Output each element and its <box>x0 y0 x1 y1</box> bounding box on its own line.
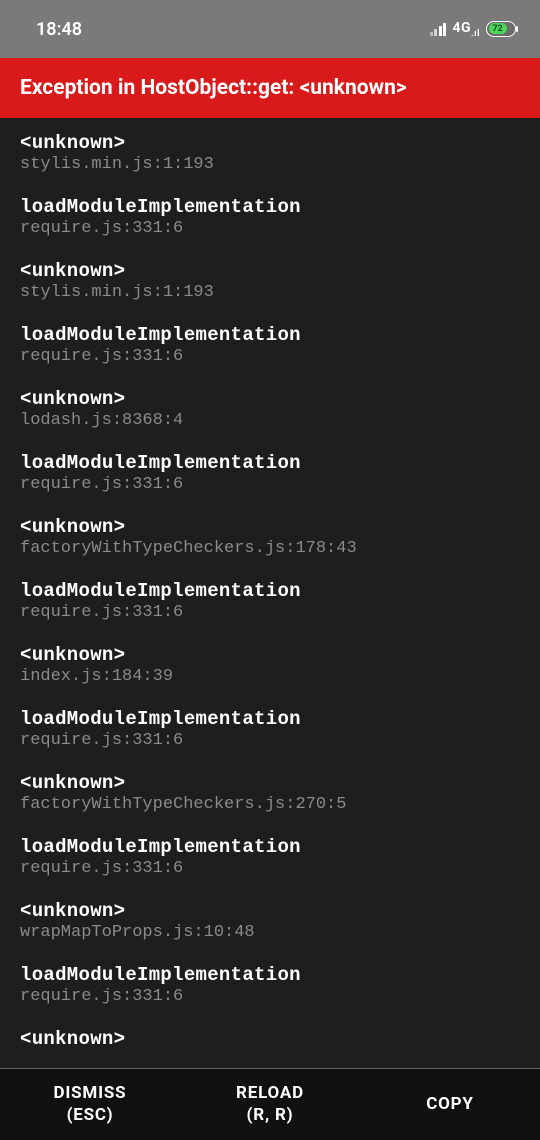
stack-frame-function: loadModuleImplementation <box>20 836 520 858</box>
stack-frame[interactable]: loadModuleImplementationrequire.js:331:6 <box>20 452 520 494</box>
stack-frame-location: require.js:331:6 <box>20 603 520 622</box>
reload-shortcut: (R, R) <box>247 1105 294 1126</box>
stack-frame-function: <unknown> <box>20 772 520 794</box>
stack-frame[interactable]: <unknown>stylis.min.js:1:193 <box>20 260 520 302</box>
signal-icon <box>430 22 447 36</box>
stack-frame-function: loadModuleImplementation <box>20 324 520 346</box>
stack-frame-location: require.js:331:6 <box>20 475 520 494</box>
stack-frame-location: require.js:331:6 <box>20 859 520 878</box>
stack-frame-function: <unknown> <box>20 644 520 666</box>
copy-button[interactable]: COPY <box>360 1069 540 1140</box>
stack-frame-location: index.js:184:39 <box>20 667 520 686</box>
stack-frame-function: <unknown> <box>20 260 520 282</box>
stack-frame-location: require.js:331:6 <box>20 987 520 1006</box>
footer-bar: DISMISS (ESC) RELOAD (R, R) COPY <box>0 1068 540 1140</box>
stack-frame-function: loadModuleImplementation <box>20 452 520 474</box>
stack-frame[interactable]: <unknown>factoryWithTypeCheckers.js:178:… <box>20 516 520 558</box>
stack-frame-function: <unknown> <box>20 900 520 922</box>
stack-frame[interactable]: loadModuleImplementationrequire.js:331:6 <box>20 836 520 878</box>
stack-frame[interactable]: <unknown>factoryWithTypeCheckers.js:270:… <box>20 772 520 814</box>
stack-frame-location: wrapMapToProps.js:10:48 <box>20 923 520 942</box>
reload-label: RELOAD <box>236 1083 304 1104</box>
battery-pct: 72 <box>492 24 502 34</box>
stack-frame-function: <unknown> <box>20 1028 520 1050</box>
stack-frame-location: factoryWithTypeCheckers.js:270:5 <box>20 795 520 814</box>
stack-trace[interactable]: <unknown>stylis.min.js:1:193loadModuleIm… <box>0 118 540 1118</box>
stack-frame-function: loadModuleImplementation <box>20 708 520 730</box>
dismiss-button[interactable]: DISMISS (ESC) <box>0 1069 180 1140</box>
stack-frame-location: require.js:331:6 <box>20 219 520 238</box>
stack-frame[interactable]: loadModuleImplementationrequire.js:331:6 <box>20 708 520 750</box>
network-type: 4G <box>452 20 471 36</box>
stack-frame-function: <unknown> <box>20 516 520 538</box>
reload-button[interactable]: RELOAD (R, R) <box>180 1069 360 1140</box>
stack-frame-location: require.js:331:6 <box>20 731 520 750</box>
error-title: Exception in HostObject::get: <unknown> <box>0 58 540 118</box>
network-label: 4G.ıl <box>452 20 480 39</box>
stack-frame-location: stylis.min.js:1:193 <box>20 155 520 174</box>
stack-frame-location: factoryWithTypeCheckers.js:178:43 <box>20 539 520 558</box>
status-bar: 18:48 4G.ıl 72 <box>0 0 540 58</box>
stack-frame[interactable]: loadModuleImplementationrequire.js:331:6 <box>20 964 520 1006</box>
stack-frame-function: loadModuleImplementation <box>20 580 520 602</box>
stack-frame[interactable]: loadModuleImplementationrequire.js:331:6 <box>20 196 520 238</box>
stack-frame[interactable]: <unknown>lodash.js:8368:4 <box>20 388 520 430</box>
network-suffix: .ıl <box>471 28 480 38</box>
dismiss-label: DISMISS <box>54 1083 127 1104</box>
battery-fill: 72 <box>489 23 507 34</box>
stack-frame[interactable]: loadModuleImplementationrequire.js:331:6 <box>20 324 520 366</box>
stack-frame[interactable]: <unknown>index.js:184:39 <box>20 644 520 686</box>
copy-label: COPY <box>426 1094 474 1115</box>
status-time: 18:48 <box>36 19 82 40</box>
stack-frame-function: loadModuleImplementation <box>20 964 520 986</box>
dismiss-shortcut: (ESC) <box>67 1105 114 1126</box>
stack-frame-location: stylis.min.js:1:193 <box>20 283 520 302</box>
stack-frame-function: loadModuleImplementation <box>20 196 520 218</box>
stack-frame-function: <unknown> <box>20 388 520 410</box>
stack-frame-function: <unknown> <box>20 132 520 154</box>
status-right: 4G.ıl 72 <box>430 20 516 39</box>
stack-frame[interactable]: loadModuleImplementationrequire.js:331:6 <box>20 580 520 622</box>
stack-frame-location: lodash.js:8368:4 <box>20 411 520 430</box>
battery-icon: 72 <box>486 21 516 37</box>
stack-frame[interactable]: <unknown>wrapMapToProps.js:10:48 <box>20 900 520 942</box>
stack-frame[interactable]: <unknown> <box>20 1028 520 1050</box>
stack-frame-location: require.js:331:6 <box>20 347 520 366</box>
stack-frame[interactable]: <unknown>stylis.min.js:1:193 <box>20 132 520 174</box>
